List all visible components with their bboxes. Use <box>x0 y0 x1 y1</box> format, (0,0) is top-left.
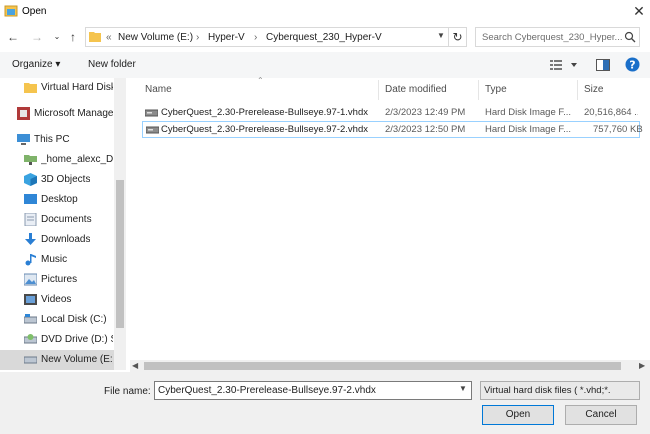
breadcrumb-cyberquest[interactable]: Cyberquest_230_Hyper-V <box>266 32 382 43</box>
sort-chevron-up-icon: ⌃ <box>257 76 264 85</box>
app-icon <box>4 4 18 18</box>
file-type: Hard Disk Image F... <box>485 124 572 135</box>
sidebar-item-documents[interactable]: Documents <box>0 210 114 230</box>
file-date: 2/3/2023 12:50 PM <box>385 124 466 135</box>
desktop-icon <box>24 193 37 206</box>
sidebar-item-videos[interactable]: Videos <box>0 290 114 310</box>
drive-icon <box>24 353 37 366</box>
navigation-pane: Virtual Hard Disk Microsoft Manage This … <box>0 78 126 370</box>
file-name-label: File name: <box>104 386 151 397</box>
breadcrumb-overflow[interactable]: « <box>106 32 112 43</box>
sidebar-item-dvd-drive-d[interactable]: DVD Drive (D:) SS <box>0 330 114 350</box>
file-name-field[interactable]: CyberQuest_2.30-Prerelease-Bullseye.97-2… <box>154 381 472 400</box>
column-header-date-modified[interactable]: Date modified <box>385 84 447 95</box>
file-size: 757,760 KB <box>593 124 643 135</box>
videos-icon <box>24 293 37 306</box>
sidebar-item-music[interactable]: Music <box>0 250 114 270</box>
folder-icon <box>89 31 101 42</box>
back-arrow-icon[interactable]: ← <box>4 28 22 46</box>
sidebar-item-home-alexc[interactable]: _home_alexc_Do <box>0 150 114 170</box>
sidebar-item-desktop[interactable]: Desktop <box>0 190 114 210</box>
sidebar-item-3d-objects[interactable]: 3D Objects <box>0 170 114 190</box>
file-date: 2/3/2023 12:49 PM <box>385 107 466 118</box>
music-icon <box>24 253 37 266</box>
drive-icon <box>24 313 37 326</box>
vhdx-file-icon <box>145 108 158 117</box>
network-folder-icon <box>24 153 37 166</box>
sidebar-item-pictures[interactable]: Pictures <box>0 270 114 290</box>
cube-icon <box>24 173 37 186</box>
open-button[interactable]: Open <box>482 405 554 425</box>
chevron-down-icon[interactable]: ▼ <box>435 31 447 43</box>
file-name-input[interactable]: CyberQuest_2.30-Prerelease-Bullseye.97-2… <box>158 385 376 396</box>
sidebar-item-virtual-hard-disk[interactable]: Virtual Hard Disk <box>0 78 114 98</box>
sidebar-item-microsoft-manage[interactable]: Microsoft Manage <box>0 104 114 124</box>
command-toolbar: Organize ▾ New folder ? <box>0 52 650 78</box>
search-box[interactable]: Search Cyberquest_230_Hyper... <box>475 27 640 47</box>
file-size: 20,516,864 ... <box>584 107 638 118</box>
computer-icon <box>17 133 30 146</box>
search-icon[interactable] <box>624 31 636 43</box>
breadcrumb-separator: › <box>254 32 258 43</box>
file-name: CyberQuest_2.30-Prerelease-Bullseye.97-2… <box>161 124 368 135</box>
column-divider[interactable] <box>378 80 379 100</box>
file-list-scroll-thumb[interactable] <box>144 362 621 370</box>
breadcrumb-hyper-v[interactable]: Hyper-V <box>208 32 245 43</box>
file-row-selected[interactable]: CyberQuest_2.30-Prerelease-Bullseye.97-2… <box>142 121 643 138</box>
file-type-filter-value: Virtual hard disk files ( *.vhd;*. <box>484 385 611 396</box>
column-header-name[interactable]: Name <box>145 84 172 95</box>
title-bar: Open ✕ <box>0 0 650 24</box>
view-options-icon[interactable] <box>550 59 578 71</box>
documents-icon <box>24 213 37 226</box>
cancel-button[interactable]: Cancel <box>565 405 637 425</box>
breadcrumb-new-volume[interactable]: New Volume (E:) <box>118 32 193 43</box>
help-icon[interactable]: ? <box>625 57 640 72</box>
preview-pane-icon[interactable] <box>596 59 610 71</box>
up-arrow-icon[interactable]: ↑ <box>64 28 82 46</box>
vhdx-file-icon <box>146 125 159 134</box>
breadcrumb-separator: › <box>196 32 200 43</box>
file-name: CyberQuest_2.30-Prerelease-Bullseye.97-1… <box>161 107 368 118</box>
pictures-icon <box>24 273 37 286</box>
column-header-size[interactable]: Size <box>584 84 603 95</box>
chevron-down-icon[interactable]: ▼ <box>459 384 467 393</box>
organize-button[interactable]: Organize ▾ <box>12 59 60 70</box>
file-type-filter-select[interactable]: Virtual hard disk files ( *.vhd;*. <box>480 381 640 400</box>
download-icon <box>24 233 37 246</box>
close-icon[interactable]: ✕ <box>630 2 648 20</box>
scroll-right-icon[interactable]: ▶ <box>639 361 645 370</box>
sidebar-item-downloads[interactable]: Downloads <box>0 230 114 250</box>
sidebar-item-this-pc[interactable]: This PC <box>0 130 114 150</box>
search-input[interactable]: Search Cyberquest_230_Hyper... <box>482 32 622 43</box>
file-type: Hard Disk Image F... <box>485 107 572 118</box>
sidebar-scroll-thumb[interactable] <box>116 180 124 328</box>
new-folder-button[interactable]: New folder <box>88 59 136 70</box>
refresh-icon[interactable]: ↻ <box>449 27 467 47</box>
forward-arrow-icon[interactable]: → <box>28 28 46 46</box>
column-divider[interactable] <box>577 80 578 100</box>
window-title: Open <box>22 6 47 17</box>
sidebar-item-new-volume-e[interactable]: New Volume (E:) <box>0 350 114 370</box>
address-bar[interactable]: « New Volume (E:) › Hyper-V › Cyberquest… <box>85 27 449 47</box>
folder-icon <box>24 81 37 94</box>
scroll-left-icon[interactable]: ◀ <box>132 361 138 370</box>
column-header-type[interactable]: Type <box>485 84 507 95</box>
app-icon <box>17 107 30 120</box>
svg-text:?: ? <box>629 59 635 72</box>
file-row[interactable]: CyberQuest_2.30-Prerelease-Bullseye.97-1… <box>142 104 640 121</box>
sidebar-item-local-disk-c[interactable]: Local Disk (C:) <box>0 310 114 330</box>
column-divider[interactable] <box>478 80 479 100</box>
dvd-icon <box>24 333 37 346</box>
